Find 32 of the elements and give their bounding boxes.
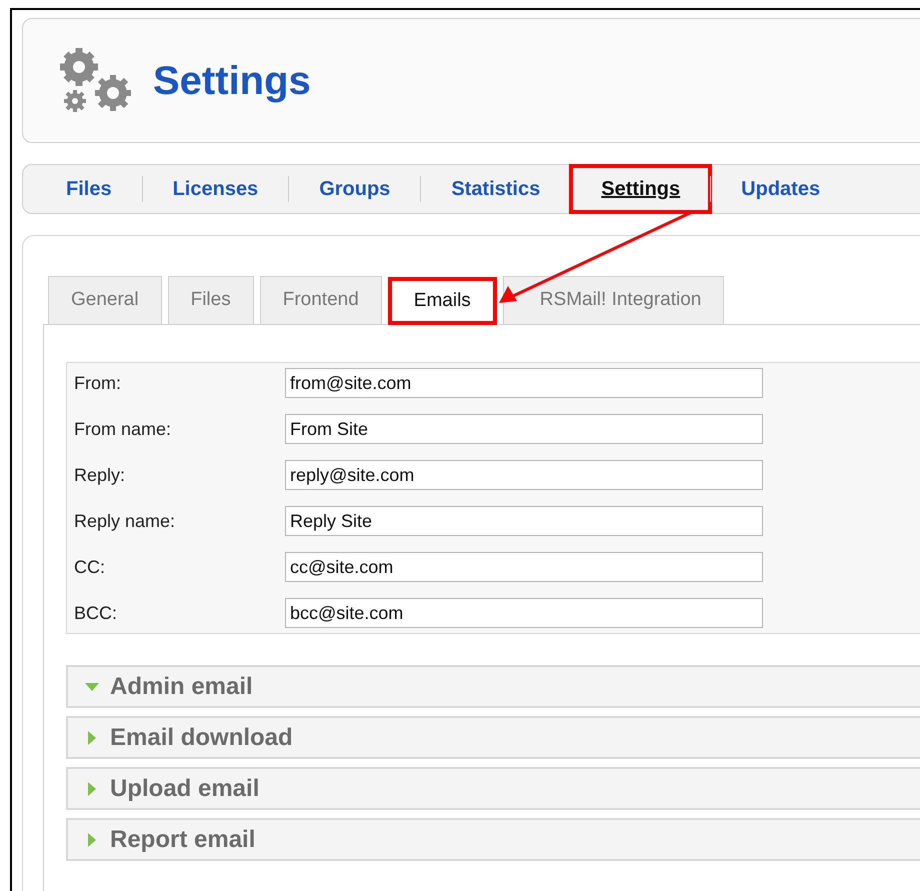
accordion-header[interactable]: Upload email xyxy=(66,767,920,810)
nav-link[interactable]: Updates xyxy=(711,166,850,212)
tab[interactable]: Emails xyxy=(388,277,497,325)
field-label: CC: xyxy=(74,556,106,578)
input-field[interactable]: From Site xyxy=(285,414,763,444)
input-field[interactable]: Reply Site xyxy=(285,506,763,536)
field-label: Reply name: xyxy=(74,510,176,533)
input-field[interactable]: bcc@site.com xyxy=(285,598,763,628)
section-title: Admin email xyxy=(110,672,253,702)
page-title: Settings xyxy=(153,60,311,100)
accordion-header[interactable]: Admin email xyxy=(66,665,920,708)
accordion-header[interactable]: Email download xyxy=(66,716,920,759)
section-title: Report email xyxy=(110,824,256,854)
nav-link[interactable]: Files xyxy=(50,166,142,212)
section-title: Upload email xyxy=(110,774,260,804)
tab[interactable]: Files xyxy=(168,276,254,324)
input-field[interactable]: from@site.com xyxy=(285,368,763,398)
nav-link[interactable]: Settings xyxy=(571,166,710,212)
section-title: Email download xyxy=(110,722,293,752)
field-label: BCC: xyxy=(74,602,118,624)
nav-link[interactable]: Licenses xyxy=(142,166,288,212)
accordion-header[interactable]: Report email xyxy=(66,818,920,861)
nav-link[interactable]: Groups xyxy=(289,166,420,212)
field-label: Reply: xyxy=(74,464,126,487)
field-label: From name: xyxy=(74,418,172,440)
tab[interactable]: Frontend xyxy=(260,276,382,324)
nav-link[interactable]: Statistics xyxy=(421,166,570,212)
field-label: From: xyxy=(74,372,122,394)
tab[interactable]: RSMail! Integration xyxy=(502,276,724,324)
tab[interactable]: General xyxy=(48,276,162,324)
input-field[interactable]: cc@site.com xyxy=(285,552,763,582)
input-field[interactable]: reply@site.com xyxy=(285,460,763,490)
